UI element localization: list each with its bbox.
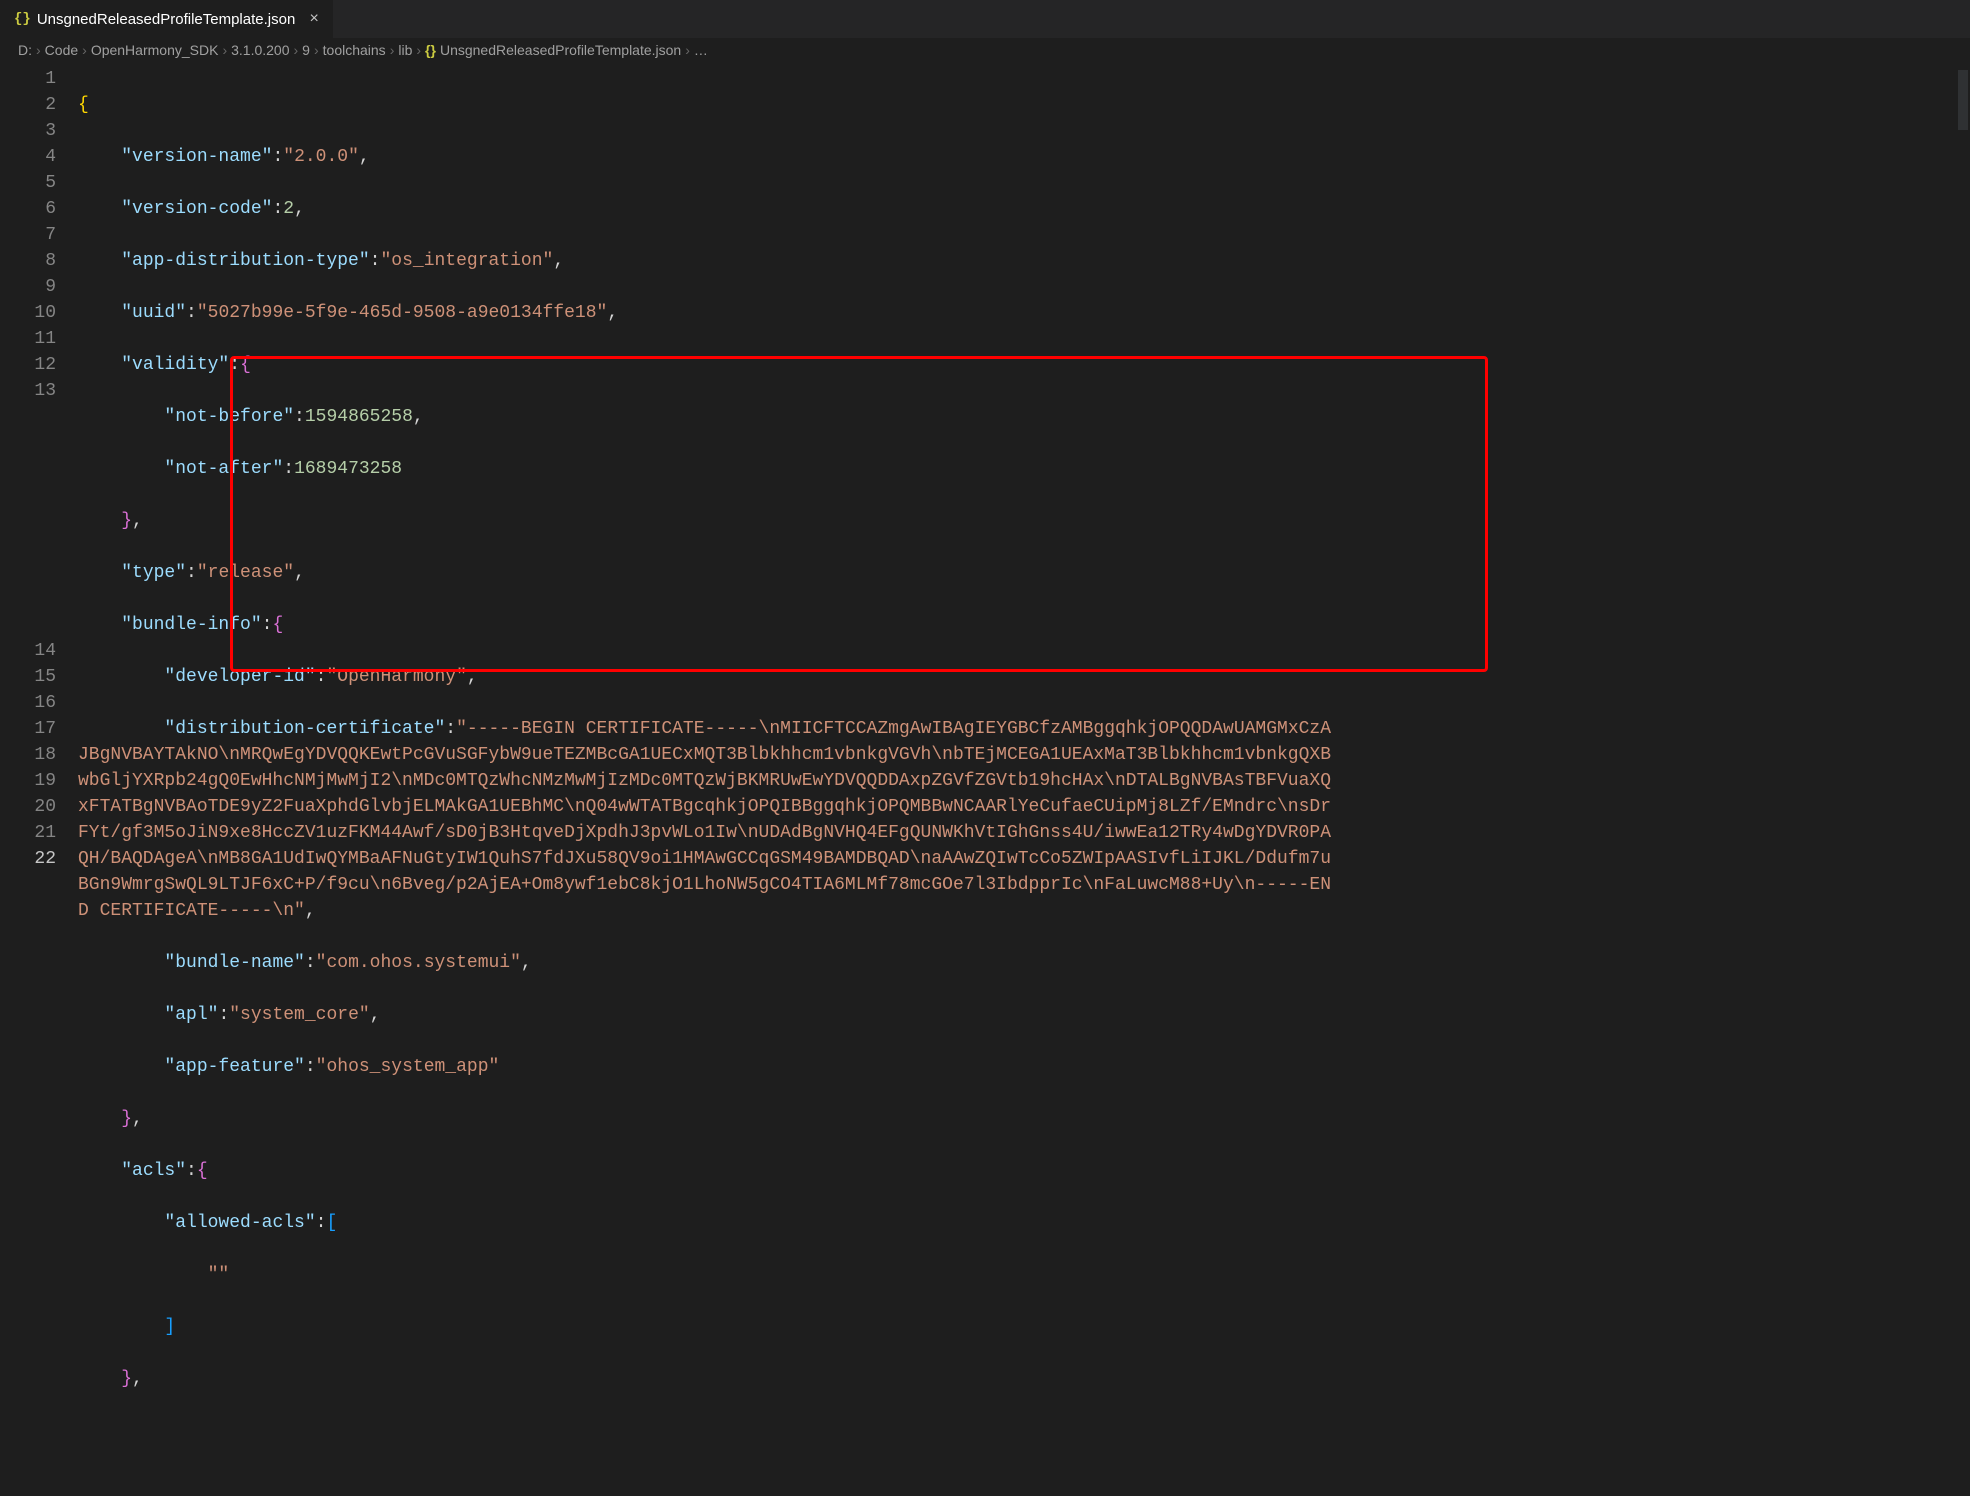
- minimap-region: [1958, 70, 1968, 130]
- line-number: 4: [0, 144, 56, 170]
- line-gutter: 1 2 3 4 5 6 7 8 9 10 11 12 13 14 15 16 1…: [0, 62, 78, 1171]
- code-line[interactable]: {: [78, 92, 1970, 118]
- line-number: 8: [0, 248, 56, 274]
- code-line[interactable]: "version-name":"2.0.0",: [78, 144, 1970, 170]
- minimap[interactable]: [1956, 62, 1970, 1171]
- code-line[interactable]: "app-feature":"ohos_system_app": [78, 1054, 1970, 1080]
- code-line[interactable]: "bundle-name":"com.ohos.systemui",: [78, 950, 1970, 976]
- breadcrumb-part[interactable]: lib: [398, 42, 412, 58]
- line-number: 17: [0, 716, 56, 742]
- code-line[interactable]: "developer-id":"OpenHarmony",: [78, 664, 1970, 690]
- line-number: 7: [0, 222, 56, 248]
- line-number: 14: [0, 638, 56, 664]
- line-number: 21: [0, 820, 56, 846]
- line-number: 18: [0, 742, 56, 768]
- line-number: 16: [0, 690, 56, 716]
- tab-bar: {} UnsgnedReleasedProfileTemplate.json ×: [0, 0, 1970, 38]
- json-file-icon: {}: [14, 11, 31, 27]
- code-line[interactable]: "bundle-info":{: [78, 612, 1970, 638]
- code-line[interactable]: "validity":{: [78, 352, 1970, 378]
- code-area[interactable]: { "version-name":"2.0.0", "version-code"…: [78, 62, 1970, 1171]
- code-line[interactable]: "acls":{: [78, 1158, 1970, 1184]
- code-line[interactable]: },: [78, 508, 1970, 534]
- line-number: 2: [0, 92, 56, 118]
- code-line[interactable]: },: [78, 1106, 1970, 1132]
- line-number: 5: [0, 170, 56, 196]
- breadcrumb-part[interactable]: D:: [18, 42, 32, 58]
- code-editor[interactable]: 1 2 3 4 5 6 7 8 9 10 11 12 13 14 15 16 1…: [0, 62, 1970, 1171]
- breadcrumb-trail: …: [694, 42, 708, 58]
- line-number: 11: [0, 326, 56, 352]
- line-number: 1: [0, 66, 56, 92]
- tab-active[interactable]: {} UnsgnedReleasedProfileTemplate.json ×: [0, 0, 334, 38]
- tab-label: UnsgnedReleasedProfileTemplate.json: [37, 11, 296, 28]
- breadcrumb-part[interactable]: 3.1.0.200: [231, 42, 289, 58]
- line-number: 12: [0, 352, 56, 378]
- code-line[interactable]: "app-distribution-type":"os_integration"…: [78, 248, 1970, 274]
- breadcrumb-part[interactable]: 9: [302, 42, 310, 58]
- line-number: 10: [0, 300, 56, 326]
- code-line-wrapped[interactable]: "distribution-certificate":"-----BEGIN C…: [78, 716, 1338, 924]
- code-line[interactable]: "apl":"system_core",: [78, 1002, 1970, 1028]
- breadcrumb-part[interactable]: OpenHarmony_SDK: [91, 42, 219, 58]
- code-line[interactable]: "type":"release",: [78, 560, 1970, 586]
- close-icon[interactable]: ×: [309, 10, 319, 28]
- code-line[interactable]: "allowed-acls":[: [78, 1210, 1970, 1236]
- code-line[interactable]: "not-after":1689473258: [78, 456, 1970, 482]
- line-number: 3: [0, 118, 56, 144]
- line-number: 19: [0, 768, 56, 794]
- breadcrumb-part[interactable]: Code: [45, 42, 78, 58]
- breadcrumb[interactable]: D:› Code› OpenHarmony_SDK› 3.1.0.200› 9›…: [0, 38, 1970, 62]
- breadcrumb-part[interactable]: toolchains: [323, 42, 386, 58]
- line-number: 6: [0, 196, 56, 222]
- json-file-icon: {}: [425, 42, 436, 58]
- code-line[interactable]: "": [78, 1262, 1970, 1288]
- breadcrumb-file[interactable]: UnsgnedReleasedProfileTemplate.json: [440, 42, 681, 58]
- line-number: 20: [0, 794, 56, 820]
- code-line[interactable]: "version-code":2,: [78, 196, 1970, 222]
- code-line[interactable]: },: [78, 1366, 1970, 1392]
- line-number: 13: [0, 378, 56, 404]
- line-number: [0, 404, 56, 638]
- code-line[interactable]: "uuid":"5027b99e-5f9e-465d-9508-a9e0134f…: [78, 300, 1970, 326]
- line-number: 9: [0, 274, 56, 300]
- code-line[interactable]: ]: [78, 1314, 1970, 1340]
- code-line[interactable]: "not-before":1594865258,: [78, 404, 1970, 430]
- line-number: 22: [0, 846, 56, 872]
- line-number: 15: [0, 664, 56, 690]
